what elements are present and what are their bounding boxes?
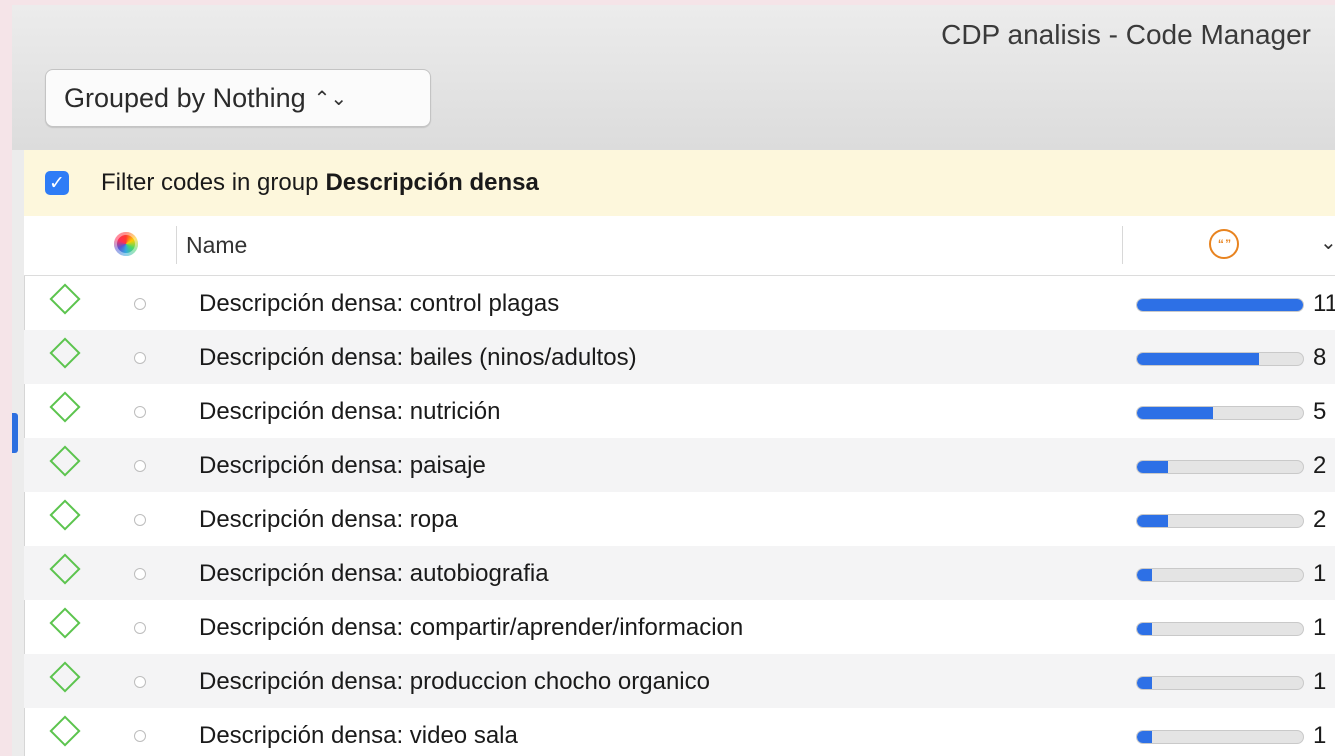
quotation-count-bar	[1136, 514, 1304, 528]
filter-bar: ✓ Filter codes in group Descripción dens…	[24, 150, 1335, 217]
code-diamond-icon	[49, 337, 81, 369]
code-color-dot[interactable]	[134, 622, 146, 634]
table-row[interactable]: Descripción densa: control plagas 11	[24, 276, 1335, 330]
column-divider[interactable]	[1122, 226, 1123, 264]
quotation-count: 2	[1313, 506, 1327, 533]
color-wheel-icon[interactable]	[114, 232, 138, 256]
quotation-count: 1	[1313, 560, 1327, 587]
table-row[interactable]: Descripción densa: compartir/aprender/in…	[24, 600, 1335, 654]
quotation-count: 1	[1313, 668, 1327, 695]
code-name: Descripción densa: nutrición	[199, 398, 501, 425]
code-diamond-icon	[49, 607, 81, 639]
column-header-name[interactable]: Name	[186, 232, 247, 259]
code-color-dot[interactable]	[134, 730, 146, 742]
code-color-dot[interactable]	[134, 460, 146, 472]
quotation-count-bar-fill	[1137, 353, 1259, 365]
code-color-dot[interactable]	[134, 406, 146, 418]
quotation-count-bar-fill	[1137, 461, 1168, 473]
quotation-count: 2	[1313, 452, 1327, 479]
quotation-count-bar-fill	[1137, 731, 1152, 743]
window-title: CDP analisis - Code Manager	[941, 19, 1311, 50]
quotation-count-bar-fill	[1137, 407, 1213, 419]
group-by-label: Grouped by Nothing	[64, 82, 306, 113]
quotation-count-bar-fill	[1137, 623, 1152, 635]
table-row[interactable]: Descripción densa: ropa 2	[24, 492, 1335, 546]
quotation-count-bar-fill	[1137, 299, 1303, 311]
code-color-dot[interactable]	[134, 514, 146, 526]
code-name: Descripción densa: ropa	[199, 506, 458, 533]
code-name: Descripción densa: video sala	[199, 722, 518, 749]
quotation-count: 8	[1313, 344, 1327, 371]
quotation-count-bar-fill	[1137, 677, 1152, 689]
quotation-count-bar	[1136, 676, 1304, 690]
code-name: Descripción densa: compartir/aprender/in…	[199, 614, 744, 641]
code-name: Descripción densa: autobiografia	[199, 560, 549, 587]
code-list: Descripción densa: control plagas 11 Descr…	[24, 276, 1335, 756]
code-diamond-icon	[49, 391, 81, 423]
filter-prefix: Filter codes in group	[101, 169, 319, 196]
quotation-count-bar	[1136, 730, 1304, 744]
quotation-count: 1	[1313, 722, 1327, 749]
quotation-count-bar	[1136, 622, 1304, 636]
quotation-count-bar-fill	[1137, 515, 1168, 527]
code-color-dot[interactable]	[134, 298, 146, 310]
filter-checkbox[interactable]: ✓	[45, 171, 69, 195]
chevron-down-icon[interactable]: ⌄	[1320, 230, 1335, 255]
filter-group-name: Descripción densa	[325, 169, 539, 196]
code-name: Descripción densa: paisaje	[199, 452, 486, 479]
column-divider[interactable]	[176, 226, 177, 264]
code-name: Descripción densa: control plagas	[199, 290, 560, 317]
table-header: Name “ ” ⌄	[24, 216, 1335, 276]
table-row[interactable]: Descripción densa: nutrición 5	[24, 384, 1335, 438]
quotation-count: 5	[1313, 398, 1327, 425]
toolbar: CDP analisis - Code Manager Grouped by N…	[12, 5, 1335, 151]
code-name: Descripción densa: bailes (ninos/adultos…	[199, 344, 637, 371]
code-color-dot[interactable]	[134, 352, 146, 364]
code-diamond-icon	[49, 445, 81, 477]
code-diamond-icon	[49, 661, 81, 693]
code-manager-window: CDP analisis - Code Manager Grouped by N…	[12, 5, 1335, 756]
quotation-count: 1	[1313, 614, 1327, 641]
quotation-count-bar	[1136, 298, 1304, 312]
table-row[interactable]: Descripción densa: autobiografia 1	[24, 546, 1335, 600]
quotation-count-bar	[1136, 460, 1304, 474]
group-by-popup-button[interactable]: Grouped by Nothing ⌃⌄	[45, 69, 431, 127]
code-diamond-icon	[49, 283, 81, 315]
table-row[interactable]: Descripción densa: bailes (ninos/adultos…	[24, 330, 1335, 384]
table-row[interactable]: Descripción densa: produccion chocho org…	[24, 654, 1335, 708]
quotation-count: 11	[1313, 290, 1335, 317]
code-color-dot[interactable]	[134, 568, 146, 580]
quotation-count-bar	[1136, 352, 1304, 366]
quotation-count-bar	[1136, 406, 1304, 420]
quotation-count-bar	[1136, 568, 1304, 582]
chevron-up-down-icon: ⌃⌄	[313, 87, 348, 110]
code-name: Descripción densa: produccion chocho org…	[199, 668, 710, 695]
sidebar-selection-indicator	[12, 413, 18, 453]
code-color-dot[interactable]	[134, 676, 146, 688]
table-row[interactable]: Descripción densa: paisaje 2	[24, 438, 1335, 492]
quotation-count-bar-fill	[1137, 569, 1152, 581]
code-diamond-icon	[49, 715, 81, 747]
table-row[interactable]: Descripción densa: video sala 1	[24, 708, 1335, 756]
code-diamond-icon	[49, 553, 81, 585]
quotation-count-icon[interactable]: “ ”	[1209, 229, 1239, 259]
code-diamond-icon	[49, 499, 81, 531]
